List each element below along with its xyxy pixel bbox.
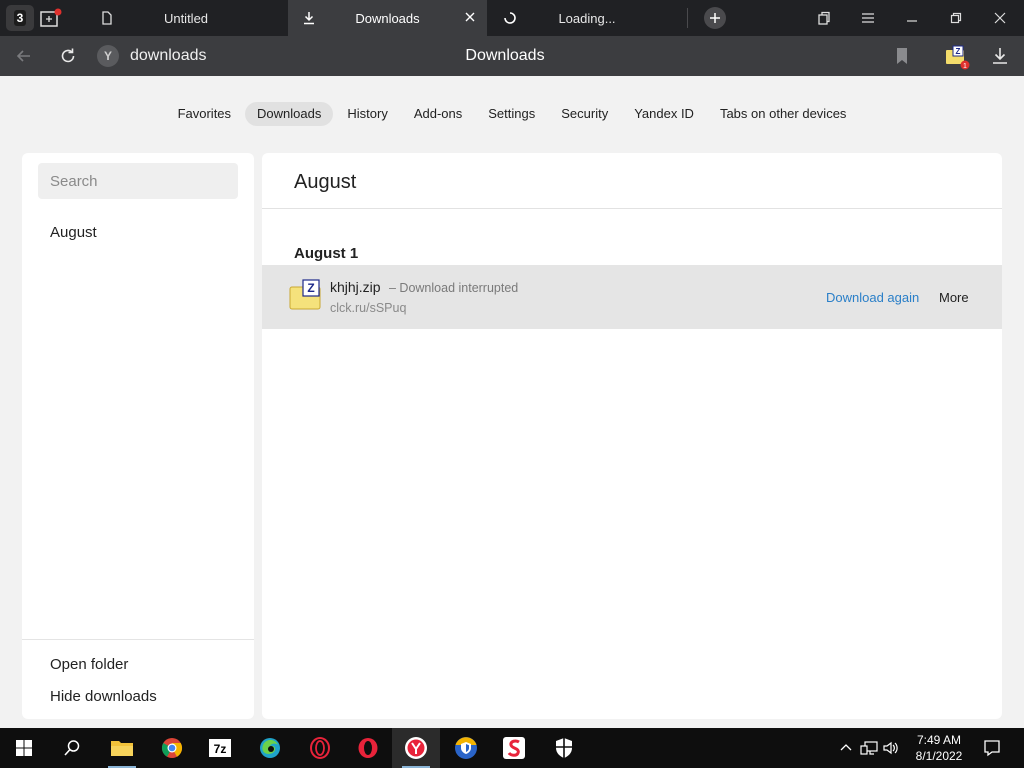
taskbar-opera-gx[interactable] <box>296 728 344 768</box>
tab-strip: 3 Untitled Downloads Loading... <box>0 0 1024 36</box>
clock-time: 7:49 AM <box>916 733 962 747</box>
tab-separator <box>687 8 688 28</box>
minimize-icon <box>907 20 917 22</box>
minimize-button[interactable] <box>890 0 934 36</box>
download-icon[interactable] <box>990 46 1010 66</box>
shield-browser-icon <box>455 737 477 759</box>
security-shield-icon <box>556 738 572 758</box>
clock-date: 8/1/2022 <box>915 749 963 763</box>
tab-downloads[interactable]: Downloads <box>288 0 487 36</box>
yandex-browser-icon <box>405 737 427 759</box>
taskbar-edge[interactable] <box>246 728 294 768</box>
tab-label: Untitled <box>163 11 209 26</box>
download-again-button[interactable]: Download again <box>826 290 919 305</box>
start-icon <box>16 740 32 756</box>
taskbar-search-button[interactable] <box>48 728 96 768</box>
more-button[interactable]: More <box>939 290 969 305</box>
windows-taskbar: 7z 7:49 AM 8/1/2022 <box>0 728 1024 768</box>
7zip-icon: 7z <box>209 739 231 757</box>
taskbar-yandex-browser[interactable] <box>392 728 440 768</box>
taskbar-file-explorer[interactable] <box>98 728 146 768</box>
taskbar-windows-security[interactable] <box>540 728 588 768</box>
tab-loading[interactable]: Loading... <box>489 0 685 36</box>
settings-nav: Favorites Downloads History Add-ons Sett… <box>0 102 1024 126</box>
zip-folder-icon: Z1 <box>946 45 970 70</box>
window-close-button[interactable] <box>978 0 1022 36</box>
archive-extension-button[interactable]: Z1 <box>944 44 970 70</box>
file-explorer-icon <box>111 741 133 756</box>
download-status: – Download interrupted <box>389 281 519 295</box>
nav-yandex-id[interactable]: Yandex ID <box>622 102 706 126</box>
svg-text:7z: 7z <box>214 742 227 756</box>
start-button[interactable] <box>0 728 48 768</box>
nav-settings[interactable]: Settings <box>476 102 547 126</box>
tab-untitled[interactable]: Untitled <box>86 0 286 36</box>
opera-outline-icon <box>310 737 330 759</box>
nav-favorites[interactable]: Favorites <box>166 102 243 126</box>
address-bar: Y downloads Downloads Z1 <box>0 36 1024 76</box>
hide-downloads-link[interactable]: Hide downloads <box>50 688 157 705</box>
close-icon[interactable] <box>463 10 477 24</box>
edge-icon <box>260 738 280 758</box>
volume-icon[interactable] <box>882 740 900 756</box>
nav-security[interactable]: Security <box>549 102 620 126</box>
downloads-list-panel: August August 1 Z khjhj.zip – Download i… <box>262 153 1002 719</box>
nav-downloads[interactable]: Downloads <box>245 102 334 126</box>
divider <box>22 639 254 640</box>
tab-counter-button[interactable]: 3 <box>6 5 34 31</box>
system-tray <box>838 728 900 768</box>
sidebar-month-august[interactable]: August <box>50 224 97 241</box>
notification-icon <box>984 740 1000 757</box>
network-icon[interactable] <box>860 740 878 756</box>
chrome-icon <box>161 738 183 758</box>
tab-label: Downloads <box>355 11 420 26</box>
menu-button[interactable] <box>846 0 890 36</box>
date-group-heading: August 1 <box>294 245 359 262</box>
nav-tabs-other-devices[interactable]: Tabs on other devices <box>708 102 858 126</box>
restore-button[interactable] <box>934 0 978 36</box>
taskbar-shield-browser[interactable] <box>442 728 490 768</box>
divider <box>262 208 1002 209</box>
tab-label: Loading... <box>558 11 616 26</box>
extension-badge: 1 <box>963 63 967 70</box>
restore-icon <box>950 12 962 24</box>
tab-count: 3 <box>13 10 27 26</box>
bookmark-icon[interactable] <box>895 47 909 65</box>
zip-file-icon: Z <box>289 279 321 310</box>
month-header: August <box>294 171 357 193</box>
chevron-up-icon[interactable] <box>838 740 854 756</box>
svg-text:Z: Z <box>956 47 961 56</box>
page-title: Downloads <box>465 47 545 64</box>
search-input[interactable] <box>38 163 238 199</box>
plus-icon <box>710 13 720 23</box>
close-icon <box>994 12 1006 24</box>
taskbar-clock[interactable]: 7:49 AM 8/1/2022 <box>903 732 975 764</box>
taskbar-7zip[interactable]: 7z <box>196 728 244 768</box>
hamburger-icon <box>862 13 874 23</box>
s-app-icon <box>503 737 525 759</box>
opera-icon <box>358 738 378 758</box>
tabs-list-button[interactable] <box>802 0 846 36</box>
new-tab-button[interactable] <box>704 7 726 29</box>
downloads-sidebar: August Open folder Hide downloads <box>22 153 254 719</box>
file-name[interactable]: khjhj.zip <box>330 279 381 295</box>
taskbar-opera[interactable] <box>344 728 392 768</box>
collections-icon <box>818 11 830 25</box>
nav-add-ons[interactable]: Add-ons <box>402 102 474 126</box>
open-folder-link[interactable]: Open folder <box>50 656 128 673</box>
notification-center-button[interactable] <box>968 728 1016 768</box>
download-item[interactable]: Z khjhj.zip – Download interrupted clck.… <box>262 265 1002 329</box>
nav-history[interactable]: History <box>335 102 399 126</box>
tab-collections-icon[interactable] <box>40 8 62 28</box>
svg-text:Z: Z <box>307 281 314 295</box>
source-url[interactable]: clck.ru/sSPuq <box>330 301 406 315</box>
taskbar-s-app[interactable] <box>490 728 538 768</box>
search-icon <box>64 740 80 756</box>
taskbar-chrome[interactable] <box>148 728 196 768</box>
